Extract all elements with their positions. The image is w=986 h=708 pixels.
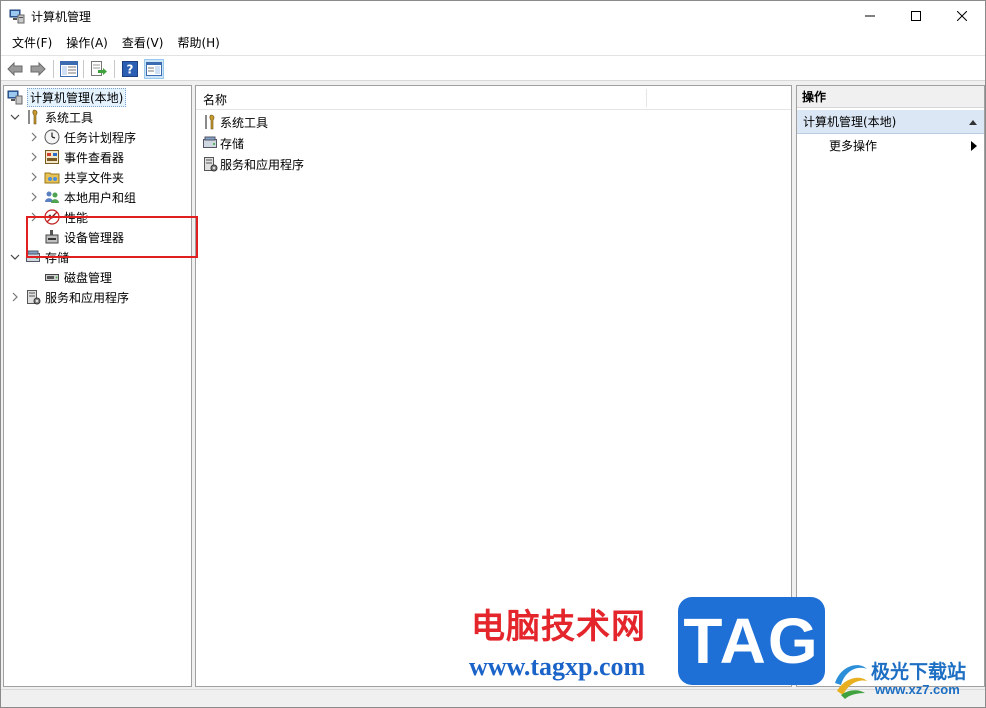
actions-pane: 操作 计算机管理(本地) 更多操作 (796, 85, 985, 687)
services-icon (202, 156, 218, 172)
shared-folder-icon (44, 169, 60, 185)
computer-management-icon (9, 9, 25, 24)
menu-help[interactable]: 帮助(H) (170, 33, 226, 53)
tree-label: 服务和应用程序 (45, 290, 130, 305)
help-button[interactable]: ? (120, 59, 140, 79)
tree-item-services-apps[interactable]: 服务和应用程序 (9, 287, 129, 307)
tools-icon (202, 114, 218, 130)
disk-icon (44, 269, 60, 285)
toolbar-separator (114, 60, 115, 78)
toolbar: ? (1, 55, 985, 81)
help-icon: ? (122, 61, 138, 77)
watermark-site-cn: 极光下载站 (871, 661, 967, 683)
menu-view[interactable]: 查看(V) (115, 33, 171, 53)
tree-label: 磁盘管理 (64, 270, 113, 285)
watermark-url: www.tagxp.com (469, 652, 646, 681)
watermark-text-cn: 电脑技术网 (471, 607, 646, 647)
tree-item-disk-management[interactable]: 磁盘管理 (44, 267, 112, 287)
svg-text:?: ? (127, 63, 134, 77)
column-header-name[interactable]: 名称 (203, 91, 227, 108)
console-tree-icon (60, 61, 78, 77)
tree-label: 系统工具 (45, 110, 94, 125)
chevron-down-icon[interactable] (9, 111, 21, 123)
close-icon (957, 11, 967, 21)
tools-icon (25, 109, 41, 125)
actions-section-label: 计算机管理(本地) (803, 115, 897, 129)
export-list-button[interactable] (89, 59, 109, 79)
column-divider[interactable] (646, 89, 647, 107)
list-item-label: 系统工具 (220, 115, 269, 130)
list-item-storage[interactable]: 存储 (202, 133, 244, 153)
tree-item-event-viewer[interactable]: 事件查看器 (28, 147, 124, 167)
tree-item-task-scheduler[interactable]: 任务计划程序 (28, 127, 136, 147)
watermark-site-en: www.xz7.com (875, 682, 960, 697)
console-tree-pane: 计算机管理(本地) 系统工具 任务计划程序 事件查看器 共享文件夹 本地用户和组… (3, 85, 192, 687)
tree-label: 共享文件夹 (64, 170, 125, 185)
export-icon (91, 61, 107, 76)
storage-icon (202, 135, 218, 151)
computer-management-window: 计算机管理 文件(F) 操作(A) 查看(V) 帮助(H) ? 计算机管理(本地… (0, 0, 986, 708)
highlight-annotation (26, 216, 198, 258)
minimize-icon (865, 15, 875, 17)
aurora-logo-icon (835, 665, 867, 699)
chevron-down-icon[interactable] (9, 251, 21, 263)
more-actions-label: 更多操作 (829, 139, 878, 153)
tree-label: 任务计划程序 (64, 130, 137, 145)
window-title: 计算机管理 (31, 10, 92, 24)
maximize-icon (911, 11, 921, 21)
tree-item-shared-folders[interactable]: 共享文件夹 (28, 167, 124, 187)
show-hide-action-pane-button[interactable] (144, 59, 164, 79)
chevron-right-icon[interactable] (28, 191, 40, 203)
services-icon (25, 289, 41, 305)
watermark-tag-logo: TAG (678, 597, 825, 685)
chevron-right-icon[interactable] (9, 291, 21, 303)
chevron-right-icon[interactable] (28, 131, 40, 143)
actions-header: 操作 (797, 86, 984, 108)
menu-file[interactable]: 文件(F) (5, 33, 59, 53)
list-item-label: 存储 (220, 136, 245, 151)
more-actions-item[interactable]: 更多操作 (829, 136, 977, 156)
tree-item-system-tools[interactable]: 系统工具 (9, 107, 93, 127)
forward-arrow-icon (30, 62, 46, 76)
event-viewer-icon (44, 149, 60, 165)
list-item-label: 服务和应用程序 (220, 157, 305, 172)
collapse-up-icon[interactable] (968, 118, 978, 126)
watermark-site-logo: 极光下载站 www.xz7.com (831, 653, 981, 703)
tree-item-local-users-groups[interactable]: 本地用户和组 (28, 187, 136, 207)
action-pane-icon (146, 62, 162, 76)
title-bar: 计算机管理 (1, 1, 985, 31)
list-item-system-tools[interactable]: 系统工具 (202, 112, 268, 132)
tree-label: 计算机管理(本地) (27, 87, 127, 107)
tree-item-computer-management[interactable]: 计算机管理(本地) (7, 87, 127, 107)
chevron-right-icon[interactable] (28, 171, 40, 183)
clock-icon (44, 129, 60, 145)
menu-bar: 文件(F) 操作(A) 查看(V) 帮助(H) (1, 31, 985, 55)
submenu-arrow-icon (971, 141, 977, 151)
back-button[interactable] (5, 59, 25, 79)
tree-label: 事件查看器 (64, 150, 125, 165)
list-item-services-apps[interactable]: 服务和应用程序 (202, 154, 304, 174)
maximize-button[interactable] (893, 1, 939, 31)
menu-action[interactable]: 操作(A) (59, 33, 115, 53)
users-icon (44, 189, 60, 205)
toolbar-separator (53, 60, 54, 78)
forward-button[interactable] (28, 59, 48, 79)
toolbar-separator (83, 60, 84, 78)
back-arrow-icon (7, 62, 23, 76)
close-button[interactable] (939, 1, 985, 31)
tree-label: 本地用户和组 (64, 190, 137, 205)
show-hide-console-tree-button[interactable] (59, 59, 79, 79)
actions-section-computer-management[interactable]: 计算机管理(本地) (797, 110, 984, 134)
chevron-right-icon[interactable] (28, 151, 40, 163)
minimize-button[interactable] (847, 1, 893, 31)
column-header: 名称 (196, 86, 791, 110)
computer-management-icon (7, 89, 23, 105)
